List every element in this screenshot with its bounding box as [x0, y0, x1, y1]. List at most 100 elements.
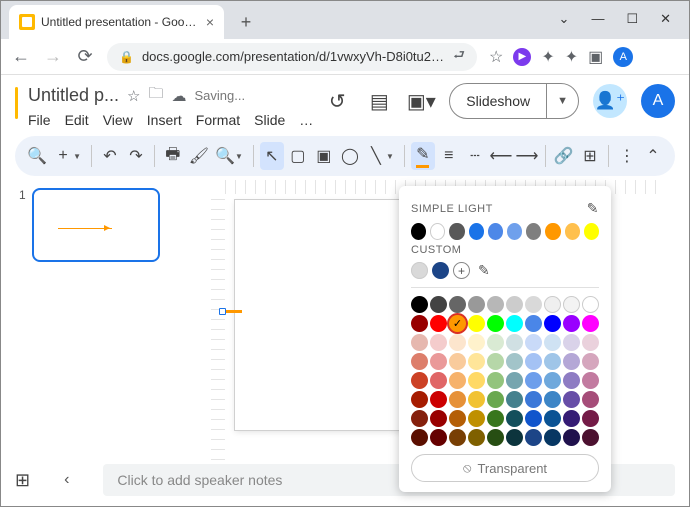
color-swatch[interactable]: [468, 391, 485, 408]
line-tool-icon[interactable]: ╲: [364, 142, 388, 170]
color-swatch[interactable]: [544, 410, 561, 427]
color-swatch[interactable]: [582, 353, 599, 370]
resize-handle[interactable]: [219, 308, 226, 315]
line-dash-icon[interactable]: ┄: [463, 142, 487, 170]
color-swatch[interactable]: [525, 410, 542, 427]
color-swatch[interactable]: [432, 262, 449, 279]
color-swatch[interactable]: [563, 315, 580, 332]
menu-format[interactable]: Format: [196, 112, 240, 128]
color-swatch[interactable]: [565, 223, 580, 240]
transparent-button[interactable]: ⦸ Transparent: [411, 454, 599, 482]
new-slide-icon[interactable]: +: [51, 142, 75, 170]
color-swatch[interactable]: [525, 391, 542, 408]
menu-more[interactable]: …: [299, 112, 313, 128]
slide-thumbnail[interactable]: [32, 188, 160, 262]
color-swatch[interactable]: [563, 296, 580, 313]
cloud-status-icon[interactable]: ☁: [172, 87, 187, 105]
color-swatch[interactable]: [468, 296, 485, 313]
color-swatch[interactable]: [449, 429, 466, 446]
selected-line-handle[interactable]: [219, 308, 242, 315]
color-swatch[interactable]: [506, 296, 523, 313]
color-swatch[interactable]: [487, 296, 504, 313]
star-icon[interactable]: ☆: [489, 47, 503, 67]
color-swatch[interactable]: [411, 315, 428, 332]
color-swatch[interactable]: [449, 410, 466, 427]
color-swatch[interactable]: [449, 353, 466, 370]
back-button[interactable]: ←: [11, 46, 31, 67]
color-swatch[interactable]: [563, 353, 580, 370]
color-swatch[interactable]: [469, 223, 484, 240]
color-swatch[interactable]: [468, 429, 485, 446]
url-input[interactable]: 🔒 docs.google.com/presentation/d/1vwxyVh…: [107, 43, 477, 71]
account-avatar[interactable]: A: [641, 84, 675, 118]
color-swatch[interactable]: [582, 315, 599, 332]
close-tab-icon[interactable]: ×: [206, 14, 214, 30]
add-custom-color[interactable]: +: [453, 262, 470, 279]
paint-format-icon[interactable]: 🖌: [187, 142, 211, 170]
color-swatch[interactable]: [449, 315, 466, 332]
color-swatch[interactable]: [525, 334, 542, 351]
color-swatch[interactable]: [525, 353, 542, 370]
print-icon[interactable]: 🖶: [161, 142, 185, 170]
color-swatch[interactable]: [526, 223, 541, 240]
color-swatch[interactable]: [411, 372, 428, 389]
textbox-icon[interactable]: ▢: [286, 142, 310, 170]
color-swatch[interactable]: [411, 391, 428, 408]
color-swatch[interactable]: [411, 296, 428, 313]
color-swatch[interactable]: [544, 372, 561, 389]
color-swatch[interactable]: [544, 296, 561, 313]
insert-comment-icon[interactable]: ⊞: [578, 142, 602, 170]
color-swatch[interactable]: [411, 334, 428, 351]
color-swatch[interactable]: [468, 315, 485, 332]
browser-tab[interactable]: Untitled presentation - Google S ×: [9, 5, 224, 39]
color-swatch[interactable]: [544, 391, 561, 408]
color-swatch[interactable]: [487, 334, 504, 351]
color-swatch[interactable]: [544, 315, 561, 332]
search-menus-icon[interactable]: 🔍: [25, 142, 49, 170]
color-swatch[interactable]: [487, 391, 504, 408]
maximize-icon[interactable]: ☐: [626, 11, 638, 27]
color-swatch[interactable]: [506, 372, 523, 389]
color-swatch[interactable]: [487, 372, 504, 389]
extensions-puzzle-icon[interactable]: ✦: [565, 47, 578, 67]
slideshow-label[interactable]: Slideshow: [450, 84, 547, 118]
line-start-icon[interactable]: ⟵: [489, 142, 513, 170]
color-swatch[interactable]: [468, 372, 485, 389]
color-swatch[interactable]: [582, 372, 599, 389]
color-swatch[interactable]: [582, 429, 599, 446]
color-swatch[interactable]: [430, 296, 447, 313]
color-swatch[interactable]: [525, 315, 542, 332]
color-swatch[interactable]: [449, 334, 466, 351]
color-swatch[interactable]: [411, 429, 428, 446]
menu-edit[interactable]: Edit: [65, 112, 89, 128]
color-swatch[interactable]: [430, 372, 447, 389]
select-tool-icon[interactable]: ↖: [260, 142, 284, 170]
color-swatch[interactable]: [487, 353, 504, 370]
color-swatch[interactable]: [525, 296, 542, 313]
color-swatch[interactable]: [506, 353, 523, 370]
more-tools-icon[interactable]: ⋮: [615, 142, 639, 170]
zoom-icon[interactable]: 🔍: [213, 142, 237, 170]
color-swatch[interactable]: [525, 372, 542, 389]
menu-view[interactable]: View: [103, 112, 133, 128]
color-swatch[interactable]: [582, 334, 599, 351]
slides-logo[interactable]: [15, 87, 18, 119]
doc-title[interactable]: Untitled p...: [28, 85, 119, 106]
reload-button[interactable]: ⟳: [75, 46, 95, 67]
color-swatch[interactable]: [488, 223, 503, 240]
color-swatch[interactable]: [544, 334, 561, 351]
color-swatch[interactable]: [506, 410, 523, 427]
color-swatch[interactable]: [430, 391, 447, 408]
color-swatch[interactable]: [584, 223, 599, 240]
menu-file[interactable]: File: [28, 112, 51, 128]
color-swatch[interactable]: [449, 391, 466, 408]
color-swatch[interactable]: [430, 410, 447, 427]
color-swatch[interactable]: [544, 353, 561, 370]
line-weight-icon[interactable]: ≡: [437, 142, 461, 170]
canvas-area[interactable]: SIMPLE LIGHT ✎ CUSTOM + ✎ ⦸ Transparent: [175, 180, 675, 470]
collapse-panel-icon[interactable]: ‹: [44, 471, 89, 489]
image-icon[interactable]: ▣: [312, 142, 336, 170]
edit-theme-icon[interactable]: ✎: [587, 200, 599, 217]
redo-icon[interactable]: ↷: [124, 142, 148, 170]
star-doc-icon[interactable]: ☆: [127, 87, 140, 105]
